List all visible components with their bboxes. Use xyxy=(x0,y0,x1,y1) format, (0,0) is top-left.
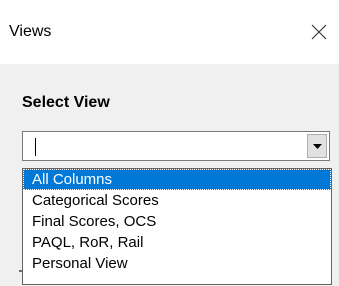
dropdown-item-final-scores-ocs[interactable]: Final Scores, OCS xyxy=(23,211,331,232)
text-caret xyxy=(35,138,36,156)
select-view-label: Select View xyxy=(22,94,110,111)
dropdown-item-all-columns[interactable]: All Columns xyxy=(23,169,331,190)
view-dropdown-list[interactable]: All Columns Categorical Scores Final Sco… xyxy=(22,168,332,285)
combobox-dropdown-button[interactable] xyxy=(307,134,327,158)
title-bar: Views xyxy=(0,0,339,64)
view-combobox[interactable] xyxy=(22,131,330,161)
dropdown-arrow-icon xyxy=(313,144,322,149)
window-title: Views xyxy=(9,23,52,40)
dropdown-item-personal-view[interactable]: Personal View xyxy=(23,253,331,274)
close-icon xyxy=(311,24,327,40)
dropdown-item-paql-ror-rail[interactable]: PAQL, RoR, Rail xyxy=(23,232,331,253)
dropdown-item-categorical-scores[interactable]: Categorical Scores xyxy=(23,190,331,211)
close-button[interactable] xyxy=(299,12,339,52)
